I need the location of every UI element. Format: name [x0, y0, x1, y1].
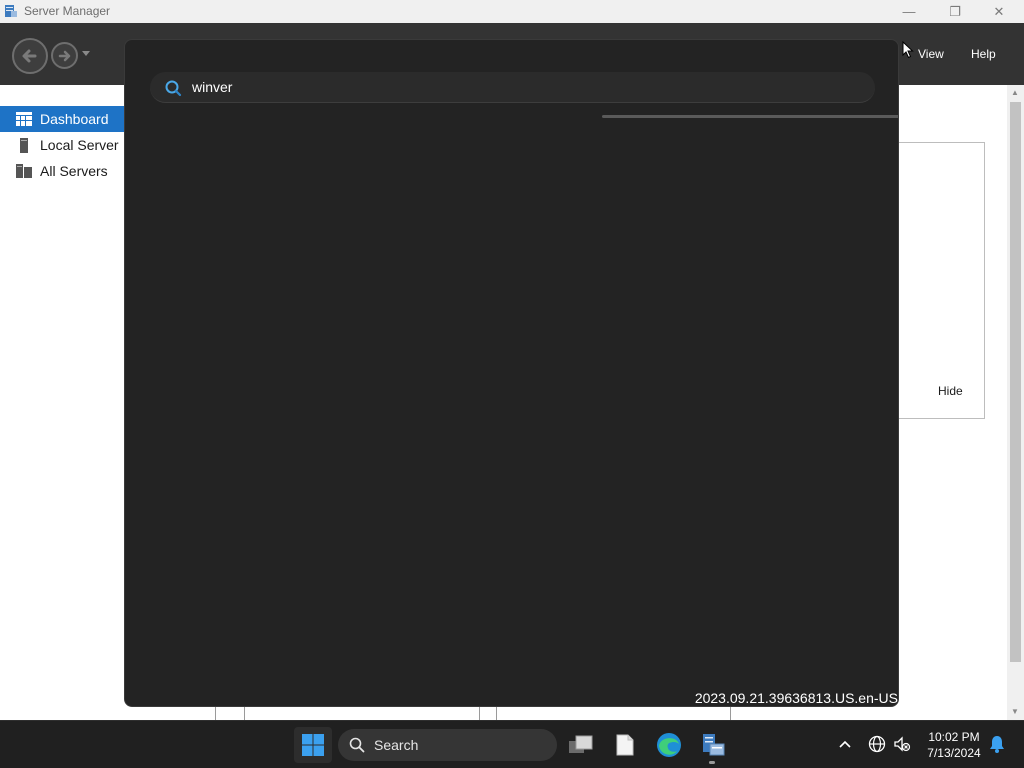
speaker-muted-icon	[894, 736, 911, 752]
task-view-button[interactable]	[565, 729, 597, 761]
dashboard-icon	[16, 111, 32, 127]
back-button[interactable]	[12, 38, 48, 74]
maximize-button[interactable]: ❐	[932, 0, 978, 23]
sidebar: Dashboard Local Server All Servers	[0, 85, 124, 720]
search-icon	[165, 80, 182, 97]
scroll-down-icon[interactable]: ▼	[1011, 707, 1019, 716]
taskbar-clock[interactable]: 10:02 PM 7/13/2024	[920, 729, 988, 761]
bell-icon	[990, 736, 1004, 753]
file-app-button[interactable]	[609, 729, 641, 761]
close-icon: ✕	[993, 3, 1005, 19]
grid-divider	[730, 706, 731, 720]
windows-logo-icon	[302, 734, 324, 756]
scrollbar-thumb[interactable]	[1010, 102, 1021, 662]
welcome-tile	[896, 142, 985, 419]
start-button[interactable]	[294, 727, 332, 763]
server-manager-icon	[703, 734, 725, 756]
sidebar-item-label: Local Server	[40, 137, 119, 153]
clock-time: 10:02 PM	[928, 730, 980, 744]
active-app-indicator	[709, 761, 715, 764]
restore-icon: ❐	[949, 3, 961, 19]
title-bar: Server Manager — ❐ ✕	[0, 0, 1024, 23]
build-watermark: 2023.09.21.39636813.US.en-US	[694, 690, 898, 706]
back-arrow-icon	[22, 49, 37, 63]
taskbar-search-box[interactable]: Search	[338, 729, 557, 761]
start-search-box[interactable]: winver	[150, 72, 875, 103]
grid-divider	[496, 706, 497, 720]
history-dropdown-icon[interactable]	[82, 51, 90, 56]
loading-progress-bar	[602, 115, 898, 118]
globe-network-icon	[868, 735, 886, 753]
all-servers-icon	[16, 163, 32, 179]
file-icon	[616, 734, 634, 756]
search-query-text[interactable]: winver	[192, 79, 232, 95]
window-title: Server Manager	[24, 4, 111, 18]
taskbar: Search 10:02 PM 7/13/2024	[0, 720, 1024, 768]
local-server-icon	[16, 137, 32, 153]
network-status-button[interactable]	[868, 735, 886, 753]
sidebar-item-all-servers[interactable]: All Servers	[0, 158, 124, 184]
menu-help[interactable]: Help	[971, 47, 996, 61]
edge-app-button[interactable]	[653, 729, 685, 761]
minimize-icon: —	[902, 4, 916, 19]
clock-date: 7/13/2024	[927, 746, 981, 760]
sidebar-item-dashboard[interactable]: Dashboard	[0, 106, 124, 132]
forward-button[interactable]	[51, 42, 78, 69]
edge-icon	[657, 733, 681, 757]
vertical-scrollbar[interactable]: ▲ ▼	[1007, 85, 1024, 720]
forward-arrow-icon	[58, 50, 70, 61]
grid-divider	[215, 706, 216, 720]
server-manager-taskbar-button[interactable]	[697, 729, 729, 761]
volume-button[interactable]	[893, 735, 911, 753]
sidebar-item-label: All Servers	[40, 163, 108, 179]
server-manager-app-icon	[5, 5, 17, 17]
search-icon	[349, 737, 365, 753]
sidebar-item-local-server[interactable]: Local Server	[0, 132, 124, 158]
task-view-icon	[569, 735, 593, 753]
menu-view[interactable]: View	[918, 47, 944, 61]
start-search-panel: winver 2023.09.21.39636813.US.en-US	[124, 39, 899, 707]
show-hidden-icons-button[interactable]	[836, 735, 854, 753]
chevron-up-icon	[839, 740, 851, 748]
grid-divider	[244, 706, 245, 720]
grid-divider	[479, 706, 480, 720]
minimize-button[interactable]: —	[886, 0, 932, 23]
taskbar-search-label: Search	[374, 737, 419, 753]
scroll-up-icon[interactable]: ▲	[1011, 88, 1019, 97]
mouse-cursor-icon	[902, 41, 914, 59]
sidebar-item-label: Dashboard	[40, 111, 109, 127]
close-button[interactable]: ✕	[976, 0, 1022, 23]
notifications-button[interactable]	[988, 735, 1006, 753]
hide-link[interactable]: Hide	[938, 384, 963, 398]
